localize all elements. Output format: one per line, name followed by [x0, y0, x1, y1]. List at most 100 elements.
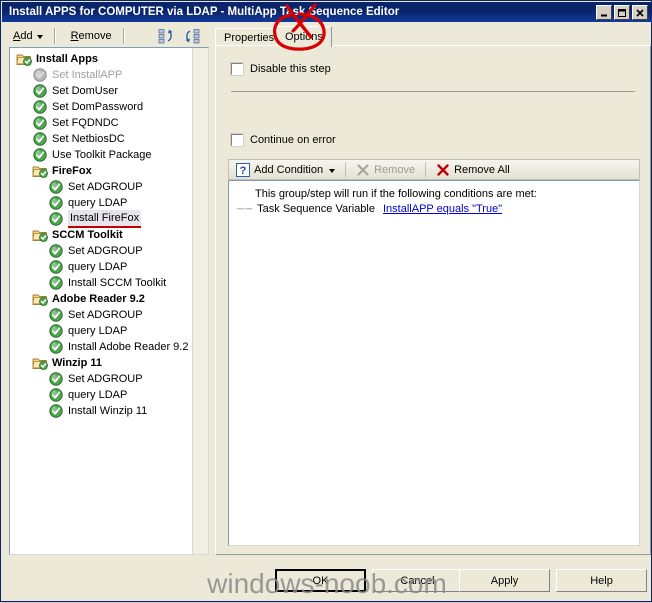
tree-group-row[interactable]: Adobe Reader 9.2	[10, 291, 192, 307]
tree-step-row[interactable]: Set ADGROUP	[10, 179, 192, 195]
remove-condition-label: Remove	[374, 163, 416, 176]
remove-condition-button[interactable]: Remove	[349, 160, 422, 179]
tree-row-label: Set NetbiosDC	[52, 133, 125, 145]
tree-group-row[interactable]: FireFox	[10, 163, 192, 179]
tree-step-row[interactable]: Set InstallAPP	[10, 67, 192, 83]
tree-step-row[interactable]: query LDAP	[10, 259, 192, 275]
tree-row-label: Set FQDNDC	[52, 117, 119, 129]
tree-step-row[interactable]: query LDAP	[10, 387, 192, 403]
tree-group-row[interactable]: Winzip 11	[10, 355, 192, 371]
tree-row-label: query LDAP	[68, 389, 128, 401]
green-check-icon	[48, 179, 64, 195]
add-condition-label: Add Condition	[254, 163, 324, 176]
tree-step-row[interactable]: Set DomPassword	[10, 99, 192, 115]
green-check-icon	[48, 211, 64, 227]
tree-step-row[interactable]: query LDAP	[10, 323, 192, 339]
tree-step-row[interactable]: Install FireFox	[10, 210, 192, 228]
condition-row[interactable]: ── Task Sequence Variable InstallAPP equ…	[229, 202, 639, 217]
folder-icon	[32, 355, 48, 371]
tree-row-label: SCCM Toolkit	[52, 229, 123, 241]
tree-row-label: Set DomPassword	[52, 101, 144, 113]
window-title: Install APPS for COMPUTER via LDAP - Mul…	[9, 6, 400, 18]
green-check-icon	[48, 323, 64, 339]
svg-text:?: ?	[240, 165, 247, 177]
toolbar-separator-1	[53, 28, 56, 44]
green-check-icon	[48, 371, 64, 387]
tree-row-label: Install Adobe Reader 9.2	[68, 341, 189, 353]
tree-row-label: Set ADGROUP	[68, 373, 143, 385]
task-sequence-tree-panel[interactable]: Install Apps Set InstallAPP Set DomUser Set…	[9, 47, 209, 555]
tree-row-label: query LDAP	[68, 197, 128, 209]
folder-icon	[32, 163, 48, 179]
green-check-icon	[48, 339, 64, 355]
tree-step-row[interactable]: Set ADGROUP	[10, 371, 192, 387]
move-down-icon[interactable]	[183, 27, 203, 45]
condition-row-link[interactable]: InstallAPP equals "True"	[383, 202, 502, 217]
maximize-button[interactable]	[614, 5, 630, 20]
add-button-label: Add	[13, 30, 33, 42]
tree-group-row[interactable]: SCCM Toolkit	[10, 227, 192, 243]
remove-all-conditions-button[interactable]: Remove All	[429, 160, 517, 179]
tree-group-row[interactable]: Install Apps	[10, 51, 192, 67]
tree-row-label: Set ADGROUP	[68, 181, 143, 193]
tab-strip: Properties Options	[215, 26, 651, 47]
tree-row-label: Install FireFox	[68, 210, 142, 228]
green-check-icon	[48, 259, 64, 275]
tree-row-label: query LDAP	[68, 325, 128, 337]
folder-icon	[16, 51, 32, 67]
tree-step-row[interactable]: Set ADGROUP	[10, 307, 192, 323]
green-check-icon	[32, 67, 48, 83]
disable-this-step-checkbox-row[interactable]: Disable this step	[230, 62, 331, 76]
close-button[interactable]	[632, 5, 648, 20]
tree-step-row[interactable]: Set ADGROUP	[10, 243, 192, 259]
dialog-button-bar: OK Cancel Apply Help	[1, 563, 652, 603]
remove-button[interactable]: Remove	[65, 28, 118, 44]
tree-toolbar: Add Remove	[3, 24, 209, 48]
task-sequence-tree[interactable]: Install Apps Set InstallAPP Set DomUser Set…	[10, 51, 192, 419]
tree-row-label: Adobe Reader 9.2	[52, 293, 145, 305]
tree-step-row[interactable]: Install Winzip 11	[10, 403, 192, 419]
folder-icon	[32, 291, 48, 307]
ok-button[interactable]: OK	[275, 569, 366, 592]
tree-step-row[interactable]: Install Adobe Reader 9.2	[10, 339, 192, 355]
window-controls	[596, 5, 648, 20]
tree-line-icon: ──	[237, 204, 254, 215]
title-bar: Install APPS for COMPUTER via LDAP - Mul…	[2, 2, 652, 22]
tree-step-row[interactable]: Set NetbiosDC	[10, 131, 192, 147]
tree-row-label: Install Winzip 11	[68, 405, 148, 417]
continue-on-error-checkbox-row[interactable]: Continue on error	[230, 133, 336, 147]
condition-list-header: This group/step will run if the followin…	[255, 188, 537, 200]
minimize-button[interactable]	[596, 5, 612, 20]
condition-list[interactable]: This group/step will run if the followin…	[228, 180, 640, 546]
remove-all-conditions-label: Remove All	[454, 163, 510, 176]
green-check-icon	[32, 115, 48, 131]
continue-on-error-checkbox[interactable]	[230, 133, 244, 147]
tree-step-row[interactable]: Set FQDNDC	[10, 115, 192, 131]
green-check-icon	[32, 99, 48, 115]
folder-icon	[32, 227, 48, 243]
green-check-icon	[48, 243, 64, 259]
tree-step-row[interactable]: Set DomUser	[10, 83, 192, 99]
green-check-icon	[32, 83, 48, 99]
tree-step-row[interactable]: Install SCCM Toolkit	[10, 275, 192, 291]
condbar-separator-2	[425, 162, 427, 177]
green-check-icon	[32, 147, 48, 163]
add-condition-button[interactable]: ? Add Condition	[229, 160, 342, 179]
tree-step-row[interactable]: query LDAP	[10, 195, 192, 211]
add-button[interactable]: Add	[7, 28, 49, 44]
tab-properties[interactable]: Properties	[215, 28, 284, 46]
tree-scrollbar[interactable]	[192, 48, 208, 554]
move-up-icon[interactable]	[157, 27, 177, 45]
chevron-down-icon	[329, 168, 336, 173]
help-button[interactable]: Help	[556, 569, 647, 592]
chevron-down-icon	[36, 35, 43, 39]
tree-step-row[interactable]: Use Toolkit Package	[10, 147, 192, 163]
disable-this-step-label: Disable this step	[250, 63, 331, 75]
condition-row-type: Task Sequence Variable	[257, 203, 375, 215]
disable-this-step-checkbox[interactable]	[230, 62, 244, 76]
cancel-button[interactable]: Cancel	[372, 569, 463, 592]
tree-row-label: Install SCCM Toolkit	[68, 277, 167, 289]
tab-options[interactable]: Options	[276, 26, 332, 47]
apply-button[interactable]: Apply	[459, 569, 550, 592]
tree-row-label: Install Apps	[36, 53, 98, 65]
